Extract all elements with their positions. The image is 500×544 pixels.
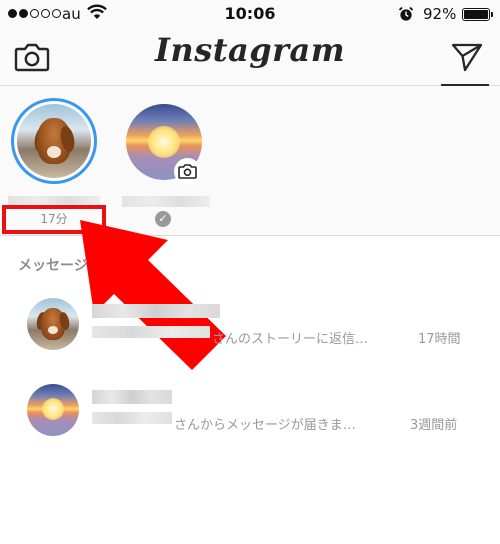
story-avatar: [17, 104, 91, 178]
status-bar: au 10:06 92%: [0, 0, 500, 28]
nav-bar: Instagram: [0, 28, 500, 86]
thread-username-blurred: [92, 390, 172, 404]
thread-sender-blurred: [92, 412, 172, 424]
messages-section-title: メッセージ: [18, 258, 88, 274]
camera-badge: [174, 158, 201, 185]
app-logo: Instagram: [154, 31, 346, 69]
battery-percent: 92%: [423, 5, 457, 23]
battery-level: [464, 10, 488, 19]
camera-icon: [178, 164, 197, 179]
message-thread[interactable]: さんのストーリーに返信… 17時間: [0, 298, 500, 374]
alarm-icon: [398, 6, 414, 21]
thread-avatar: [27, 384, 79, 436]
thread-preview: さんのストーリーに返信…: [212, 332, 369, 347]
thread-time: 17時間: [418, 332, 461, 347]
thread-username-blurred: [92, 304, 220, 318]
direct-send-icon[interactable]: [450, 42, 484, 72]
thread-preview: さんからメッセージが届きま…: [174, 418, 356, 433]
message-thread[interactable]: さんからメッセージが届きま… 3週間前: [0, 384, 500, 460]
battery-tip: [491, 12, 493, 17]
thread-sender-blurred: [92, 326, 210, 338]
thread-avatar: [27, 298, 79, 350]
thread-time: 3週間前: [410, 418, 458, 433]
battery-icon: [462, 8, 490, 21]
story-username-blurred: [122, 196, 210, 207]
